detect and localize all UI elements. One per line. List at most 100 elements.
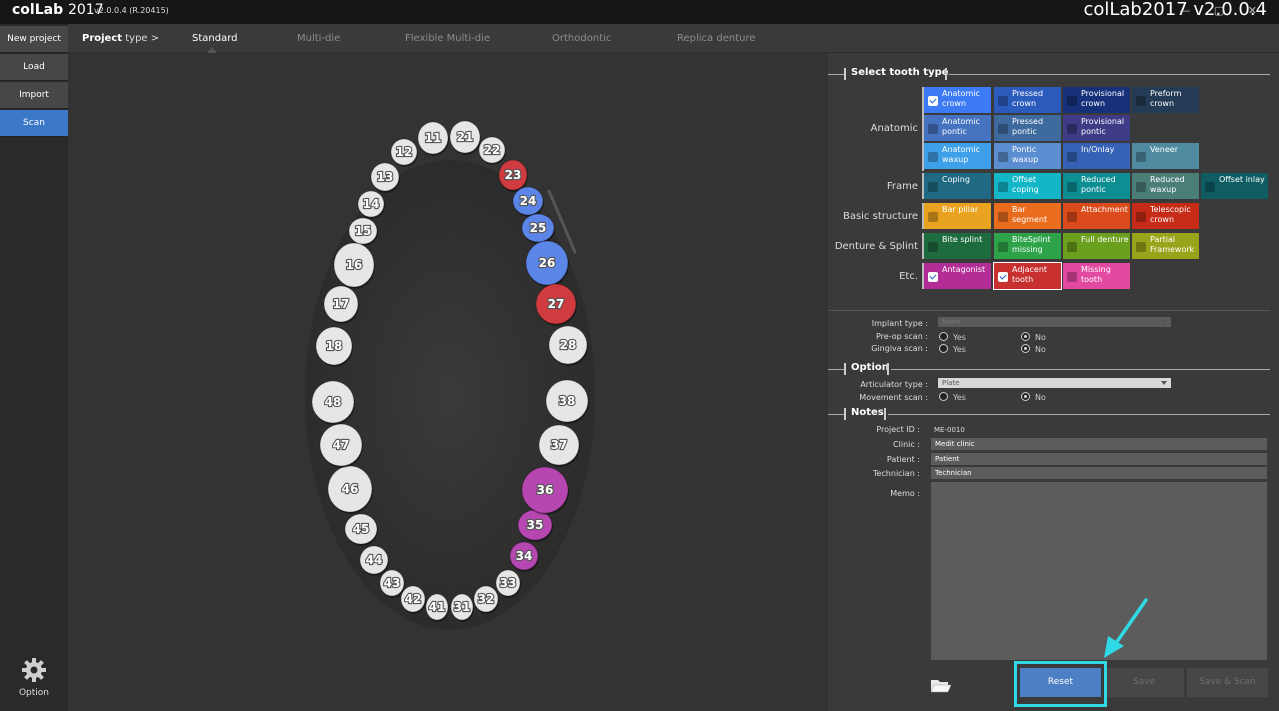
tooth-21[interactable]: 21 xyxy=(449,120,481,155)
tooth-type-antagonist[interactable]: Antagonist xyxy=(924,263,991,289)
technician-field[interactable]: Technician xyxy=(931,467,1267,479)
checkbox[interactable] xyxy=(998,96,1008,106)
row-label-denture-splint: Denture & Splint xyxy=(834,241,918,252)
tooth-type-anatomic-waxup[interactable]: Anatomic waxup xyxy=(924,143,991,169)
pre-op-yes-radio[interactable] xyxy=(939,332,948,341)
tab-flexible-multi-die[interactable]: Flexible Multi-die xyxy=(405,33,490,44)
checkbox[interactable] xyxy=(928,272,938,282)
checkbox[interactable] xyxy=(1067,152,1077,162)
checkbox[interactable] xyxy=(1136,96,1146,106)
tooth-type-label: Antagonist xyxy=(942,265,986,274)
tooth-type-missing-tooth[interactable]: Missing tooth xyxy=(1063,263,1130,289)
tooth-type-bar-segment[interactable]: Bar segment xyxy=(994,203,1061,229)
tooth-13[interactable]: 13 xyxy=(370,162,400,193)
tooth-type-pressed-pontic[interactable]: Pressed pontic xyxy=(994,115,1061,141)
checkbox[interactable] xyxy=(1067,182,1077,192)
window-controls[interactable]: — ▢ ✕ xyxy=(1179,4,1267,17)
checkbox[interactable] xyxy=(1067,96,1077,106)
tab-replica-denture[interactable]: Replica denture xyxy=(677,33,756,44)
checkbox[interactable] xyxy=(1067,272,1077,282)
save-button[interactable]: Save xyxy=(1104,668,1184,697)
tooth-type-label: Veneer xyxy=(1150,145,1178,154)
pre-op-no-radio[interactable] xyxy=(1021,332,1030,341)
option-label[interactable]: Option xyxy=(0,688,68,698)
checkbox[interactable] xyxy=(998,152,1008,162)
articulator-type-select[interactable]: Plate xyxy=(938,378,1171,388)
tooth-type-bitesplint-missing[interactable]: BiteSplint missing xyxy=(994,233,1061,259)
checkbox[interactable] xyxy=(928,124,938,134)
select-tooth-type-header: Select tooth type xyxy=(828,67,1270,80)
tooth-11[interactable]: 11 xyxy=(417,121,449,156)
tooth-type-pontic-waxup[interactable]: Pontic waxup xyxy=(994,143,1061,169)
tooth-type-reduced-pontic[interactable]: Reduced pontic xyxy=(1063,173,1130,199)
checkbox[interactable] xyxy=(998,212,1008,222)
tab-multi-die[interactable]: Multi-die xyxy=(297,33,340,44)
gingiva-no-radio[interactable] xyxy=(1021,344,1030,353)
checkbox[interactable] xyxy=(1136,182,1146,192)
reset-highlight-box xyxy=(1014,661,1107,707)
checkbox[interactable] xyxy=(1067,124,1077,134)
tooth-type-veneer[interactable]: Veneer xyxy=(1132,143,1199,169)
tooth-type-partial-framework[interactable]: Partial Framework xyxy=(1132,233,1199,259)
sidebar-item-load[interactable]: Load xyxy=(0,54,68,81)
tooth-type-anatomic-pontic[interactable]: Anatomic pontic xyxy=(924,115,991,141)
checkbox[interactable] xyxy=(1136,212,1146,222)
tooth-type-telescopic-crown[interactable]: Telescopic crown xyxy=(1132,203,1199,229)
tooth-type-offset-coping[interactable]: Offset coping xyxy=(994,173,1061,199)
tooth-type-pressed-crown[interactable]: Pressed crown xyxy=(994,87,1061,113)
tooth-number: 22 xyxy=(484,143,501,157)
tooth-type-attachment[interactable]: Attachment xyxy=(1063,203,1130,229)
tooth-type-full-denture[interactable]: Full denture xyxy=(1063,233,1130,259)
checkbox[interactable] xyxy=(928,96,938,106)
app-window: colLab 2017 v2.0.0.4 (R.20415) colLab201… xyxy=(0,0,1279,711)
checkbox[interactable] xyxy=(998,272,1008,282)
option-header: Option xyxy=(828,362,1270,375)
clinic-field[interactable]: Medit clinic xyxy=(931,438,1267,450)
sidebar-item-import[interactable]: Import xyxy=(0,82,68,109)
tooth-22[interactable]: 22 xyxy=(478,136,506,165)
tooth-type-adjacent-tooth[interactable]: Adjacent tooth xyxy=(993,262,1062,290)
checkbox[interactable] xyxy=(998,124,1008,134)
tooth-12[interactable]: 12 xyxy=(390,138,418,167)
checkbox[interactable] xyxy=(998,242,1008,252)
tooth-type-bar-pillar[interactable]: Bar pillar xyxy=(924,203,991,229)
movement-yes-radio[interactable] xyxy=(939,392,948,401)
gingiva-no-label: No xyxy=(1035,345,1046,354)
checkbox[interactable] xyxy=(928,182,938,192)
checkbox[interactable] xyxy=(1136,242,1146,252)
tooth-type-label: Offset inlay xyxy=(1219,175,1265,184)
checkbox[interactable] xyxy=(1067,242,1077,252)
tab-orthodontic[interactable]: Orthodontic xyxy=(552,33,611,44)
gear-icon[interactable] xyxy=(21,657,47,683)
tooth-type-coping[interactable]: Coping xyxy=(924,173,991,199)
tooth-type-anatomic-crown[interactable]: Anatomic crown xyxy=(924,87,991,113)
gingiva-yes-radio[interactable] xyxy=(939,344,948,353)
checkbox[interactable] xyxy=(1067,212,1077,222)
tooth-number: 48 xyxy=(325,395,342,409)
tooth-type-preform-crown[interactable]: Preform crown xyxy=(1132,87,1199,113)
tooth-type-label: Reduced waxup xyxy=(1150,175,1185,194)
folder-icon[interactable] xyxy=(930,677,952,693)
patient-field[interactable]: Patient xyxy=(931,453,1267,465)
checkbox[interactable] xyxy=(998,182,1008,192)
tab-standard[interactable]: Standard xyxy=(192,33,238,44)
checkbox[interactable] xyxy=(928,212,938,222)
checkbox[interactable] xyxy=(1205,182,1215,192)
memo-field[interactable] xyxy=(931,482,1267,660)
movement-no-radio[interactable] xyxy=(1021,392,1030,401)
row-label-anatomic: Anatomic xyxy=(870,123,918,134)
sidebar-item-scan[interactable]: Scan xyxy=(0,110,68,137)
tooth-type-provisional-pontic[interactable]: Provisional pontic xyxy=(1063,115,1130,141)
save-and-scan-button[interactable]: Save & Scan xyxy=(1187,668,1268,697)
tooth-type-provisional-crown[interactable]: Provisional crown xyxy=(1063,87,1130,113)
tooth-number: 46 xyxy=(342,482,359,496)
tooth-type-bite-splint[interactable]: Bite splint xyxy=(924,233,991,259)
tooth-type-offset-inlay[interactable]: Offset inlay xyxy=(1201,173,1268,199)
tooth-type-reduced-waxup[interactable]: Reduced waxup xyxy=(1132,173,1199,199)
pre-op-yes-label: Yes xyxy=(953,333,966,342)
checkbox[interactable] xyxy=(928,242,938,252)
sidebar-item-new-project[interactable]: New project xyxy=(0,26,68,53)
checkbox[interactable] xyxy=(928,152,938,162)
checkbox[interactable] xyxy=(1136,152,1146,162)
tooth-type-in-onlay[interactable]: In/Onlay xyxy=(1063,143,1130,169)
